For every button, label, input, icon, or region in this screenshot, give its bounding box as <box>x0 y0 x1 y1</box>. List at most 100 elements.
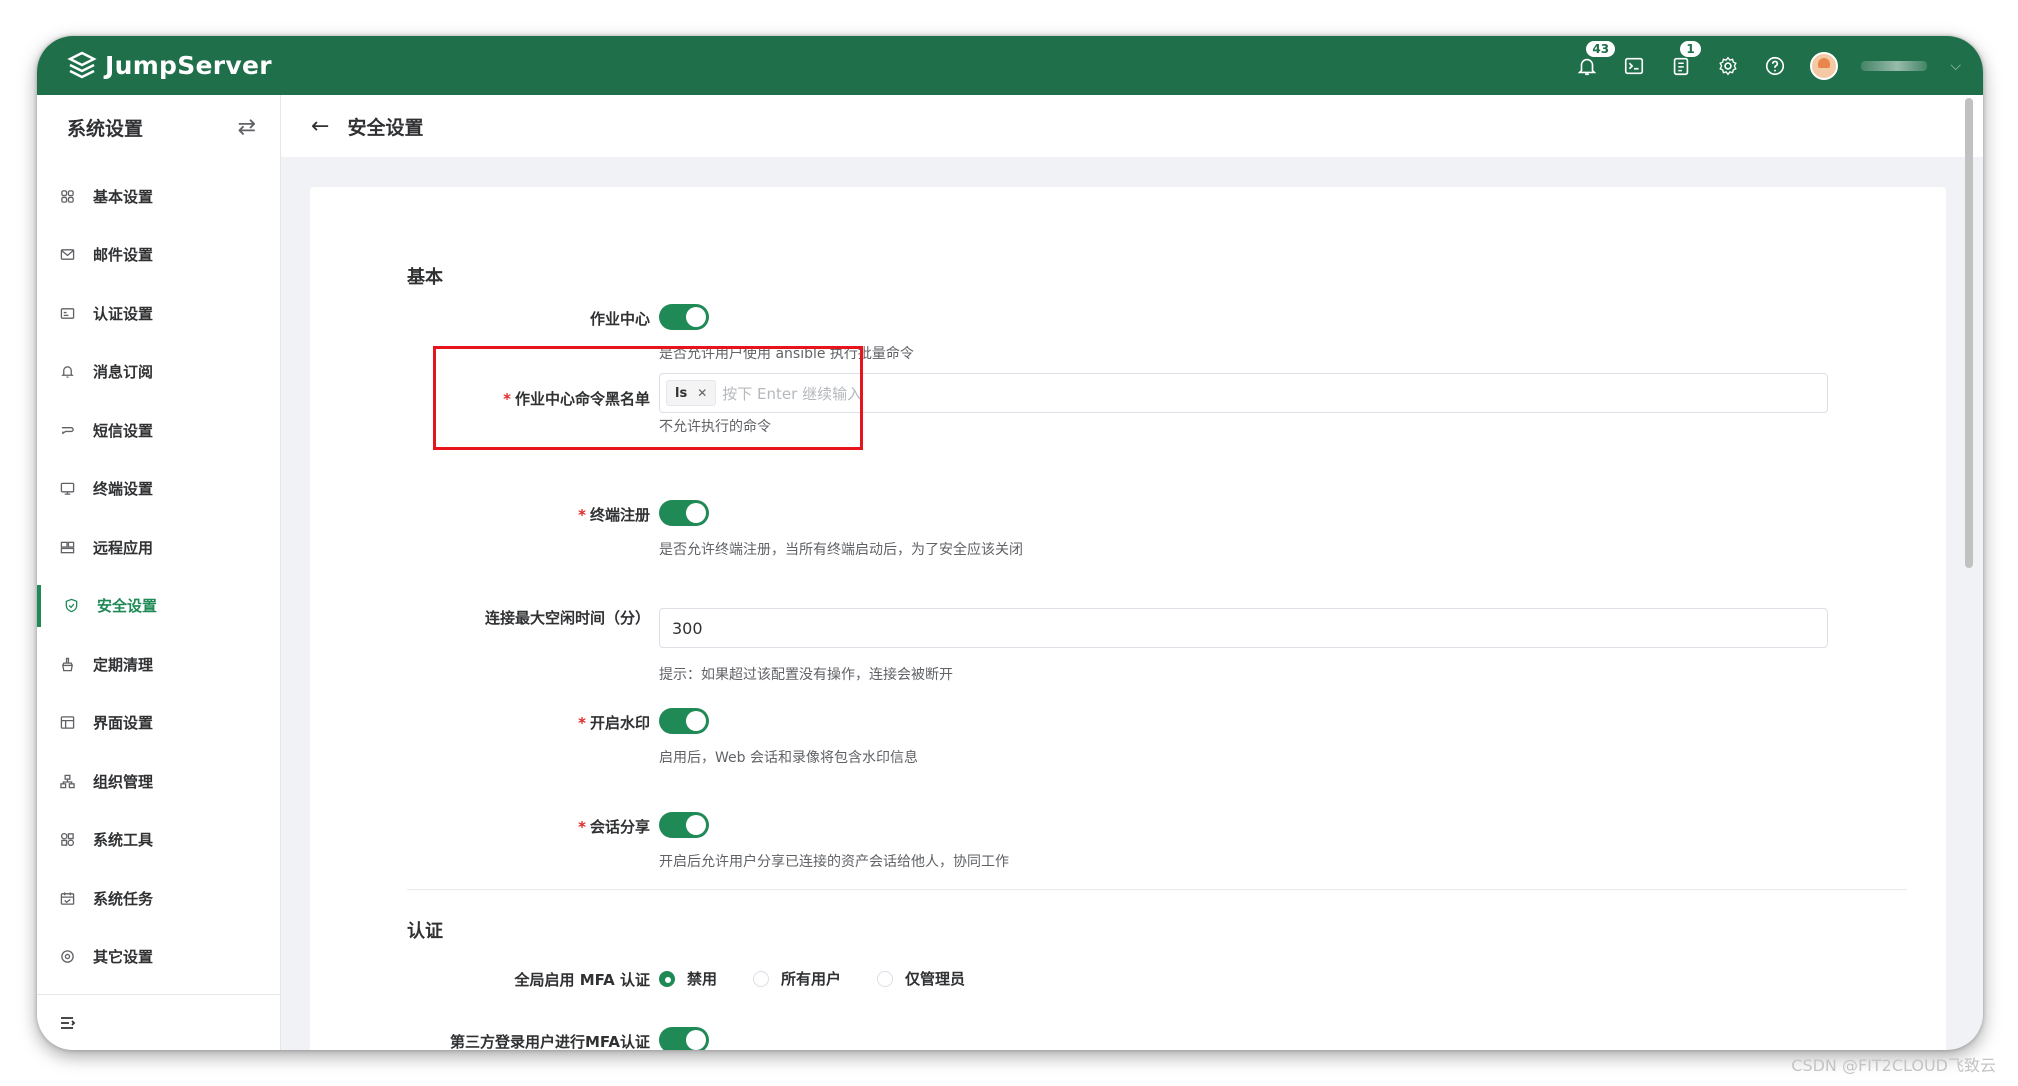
help-button[interactable] <box>1763 54 1787 78</box>
gear-icon <box>1719 56 1738 75</box>
sidebar-item-label: 消息订阅 <box>93 363 154 382</box>
sidebar-item-system-tools[interactable]: 系统工具 <box>37 811 280 870</box>
radio-unchecked-icon <box>753 970 770 987</box>
terminal-register-help: 是否允许终端注册，当所有终端启动后，为了安全应该关闭 <box>659 542 1023 558</box>
annotation-highlight-box <box>433 346 863 450</box>
radio-unchecked-icon <box>877 970 894 987</box>
message-icon <box>59 422 75 438</box>
section-divider <box>407 889 1907 890</box>
csdn-watermark: CSDN @FIT2CLOUD飞致云 <box>1791 1056 1996 1075</box>
watermark-label: * 开启水印 <box>578 714 650 732</box>
sidebar-item-auth[interactable]: 认证设置 <box>37 284 280 343</box>
top-actions: 43 1 ⌵ <box>1575 36 1961 95</box>
watermark-switch[interactable] <box>659 708 709 734</box>
sidebar-item-message-subscription[interactable]: 消息订阅 <box>37 343 280 402</box>
page-title: 安全设置 <box>347 116 424 139</box>
session-share-help: 开启后允许用户分享已连接的资产会话给他人，协同工作 <box>659 854 1009 870</box>
sidebar-item-label: 其它设置 <box>93 948 154 967</box>
mfa-option-all-users[interactable]: 所有用户 <box>753 968 841 989</box>
third-party-mfa-switch[interactable] <box>659 1027 709 1050</box>
sidebar-item-label: 基本设置 <box>93 187 154 206</box>
sidebar-item-label: 组织管理 <box>93 772 154 791</box>
sidebar-item-other[interactable]: 其它设置 <box>37 928 280 987</box>
grid-icon <box>59 188 75 204</box>
calendar-icon <box>59 890 75 906</box>
sidebar-item-basic[interactable]: 基本设置 <box>37 167 280 226</box>
shield-icon <box>63 598 79 614</box>
clipboard-icon <box>1674 57 1689 75</box>
vertical-scrollbar[interactable] <box>1965 98 1973 568</box>
apps-icon <box>59 539 75 555</box>
job-center-switch[interactable] <box>659 304 709 330</box>
sidebar-item-label: 系统工具 <box>93 831 154 850</box>
collapse-sidebar-button[interactable] <box>37 994 280 1050</box>
sidebar-item-label: 远程应用 <box>93 538 154 557</box>
section-title-basic: 基本 <box>407 267 443 288</box>
sidebar-item-label: 终端设置 <box>93 480 154 499</box>
monitor-icon <box>59 481 75 497</box>
layout-icon <box>59 715 75 731</box>
mfa-option-admins-only[interactable]: 仅管理员 <box>877 968 965 989</box>
sidebar-item-email[interactable]: 邮件设置 <box>37 226 280 285</box>
tickets-button[interactable]: 1 <box>1669 39 1702 78</box>
settings-icon <box>59 949 75 965</box>
settings-button[interactable] <box>1716 54 1740 78</box>
radio-checked-icon <box>659 970 675 987</box>
third-party-mfa-label: 第三方登录用户进行MFA认证 <box>449 1033 650 1050</box>
mail-icon <box>59 247 75 263</box>
terminal-icon <box>1625 57 1644 74</box>
sidebar-item-label: 界面设置 <box>93 714 154 733</box>
org-icon <box>59 773 75 789</box>
tickets-badge: 1 <box>1679 39 1702 58</box>
sidebar-item-cleanup[interactable]: 定期清理 <box>37 635 280 694</box>
notifications-badge: 43 <box>1585 39 1617 58</box>
sidebar-nav: 基本设置 邮件设置 认证设置 消息订阅 短信设置 终端设置 远程应用 安全设置 … <box>37 167 280 986</box>
chevron-down-icon[interactable]: ⌵ <box>1950 58 1961 74</box>
notifications-button[interactable]: 43 <box>1575 39 1617 78</box>
help-circle-icon <box>1766 56 1785 75</box>
mfa-option-disabled[interactable]: 禁用 <box>659 968 717 989</box>
app-window: JumpServer 43 1 ⌵ 系统设置 ⇄ 基本设置 邮件设置 认证设置 … <box>37 36 1983 1050</box>
sidebar-item-label: 安全设置 <box>97 597 158 616</box>
sidebar-item-security[interactable]: 安全设置 <box>37 577 280 636</box>
jumpserver-logo-icon <box>67 51 97 78</box>
idle-time-input[interactable]: 300 <box>659 608 1828 648</box>
sidebar-item-system-tasks[interactable]: 系统任务 <box>37 869 280 928</box>
sidebar-item-label: 邮件设置 <box>93 246 154 265</box>
sidebar-item-interface[interactable]: 界面设置 <box>37 694 280 753</box>
page-header: ← 安全设置 <box>281 95 1983 157</box>
terminal-register-switch[interactable] <box>659 500 709 526</box>
id-card-icon <box>59 305 75 321</box>
sidebar-item-terminal[interactable]: 终端设置 <box>37 460 280 519</box>
sidebar-item-label: 认证设置 <box>93 304 154 323</box>
sidebar-item-label: 定期清理 <box>93 655 154 674</box>
mfa-label: 全局启用 MFA 认证 <box>514 971 650 989</box>
terminal-register-label: * 终端注册 <box>578 506 650 524</box>
sidebar: 系统设置 ⇄ 基本设置 邮件设置 认证设置 消息订阅 短信设置 终端设置 远程应… <box>37 95 281 1050</box>
idle-time-help: 提示：如果超过该配置没有操作，连接会被断开 <box>659 667 953 683</box>
top-navbar: JumpServer 43 1 ⌵ <box>37 36 1983 95</box>
mfa-radio-group: 禁用 所有用户 仅管理员 <box>659 968 965 989</box>
user-avatar[interactable] <box>1810 51 1839 80</box>
sidebar-item-remote-apps[interactable]: 远程应用 <box>37 518 280 577</box>
job-center-label: 作业中心 <box>589 310 650 328</box>
idle-time-label: 连接最大空闲时间（分） <box>484 609 650 627</box>
collapse-menu-icon <box>61 1016 76 1029</box>
sidebar-header: 系统设置 ⇄ <box>37 95 280 159</box>
session-share-switch[interactable] <box>659 812 709 838</box>
idle-time-value: 300 <box>672 618 703 638</box>
watermark-help: 启用后，Web 会话和录像将包含水印信息 <box>659 750 918 766</box>
switch-view-icon[interactable]: ⇄ <box>238 115 256 140</box>
bell-icon <box>1578 58 1597 75</box>
settings-form-card: 基本 作业中心 是否允许用户使用 ansible 执行批量命令 * 作业中心命令黑… <box>310 187 1946 1050</box>
app-logo[interactable]: JumpServer <box>67 51 272 81</box>
section-title-auth: 认证 <box>407 921 443 942</box>
session-share-label: * 会话分享 <box>578 818 650 836</box>
bell-icon <box>59 364 75 380</box>
sidebar-item-label: 系统任务 <box>93 889 154 908</box>
back-arrow-icon[interactable]: ← <box>311 114 329 139</box>
web-terminal-button[interactable] <box>1622 54 1646 78</box>
user-name-blurred[interactable] <box>1861 60 1928 71</box>
sidebar-item-organization[interactable]: 组织管理 <box>37 752 280 811</box>
sidebar-item-sms[interactable]: 短信设置 <box>37 401 280 460</box>
